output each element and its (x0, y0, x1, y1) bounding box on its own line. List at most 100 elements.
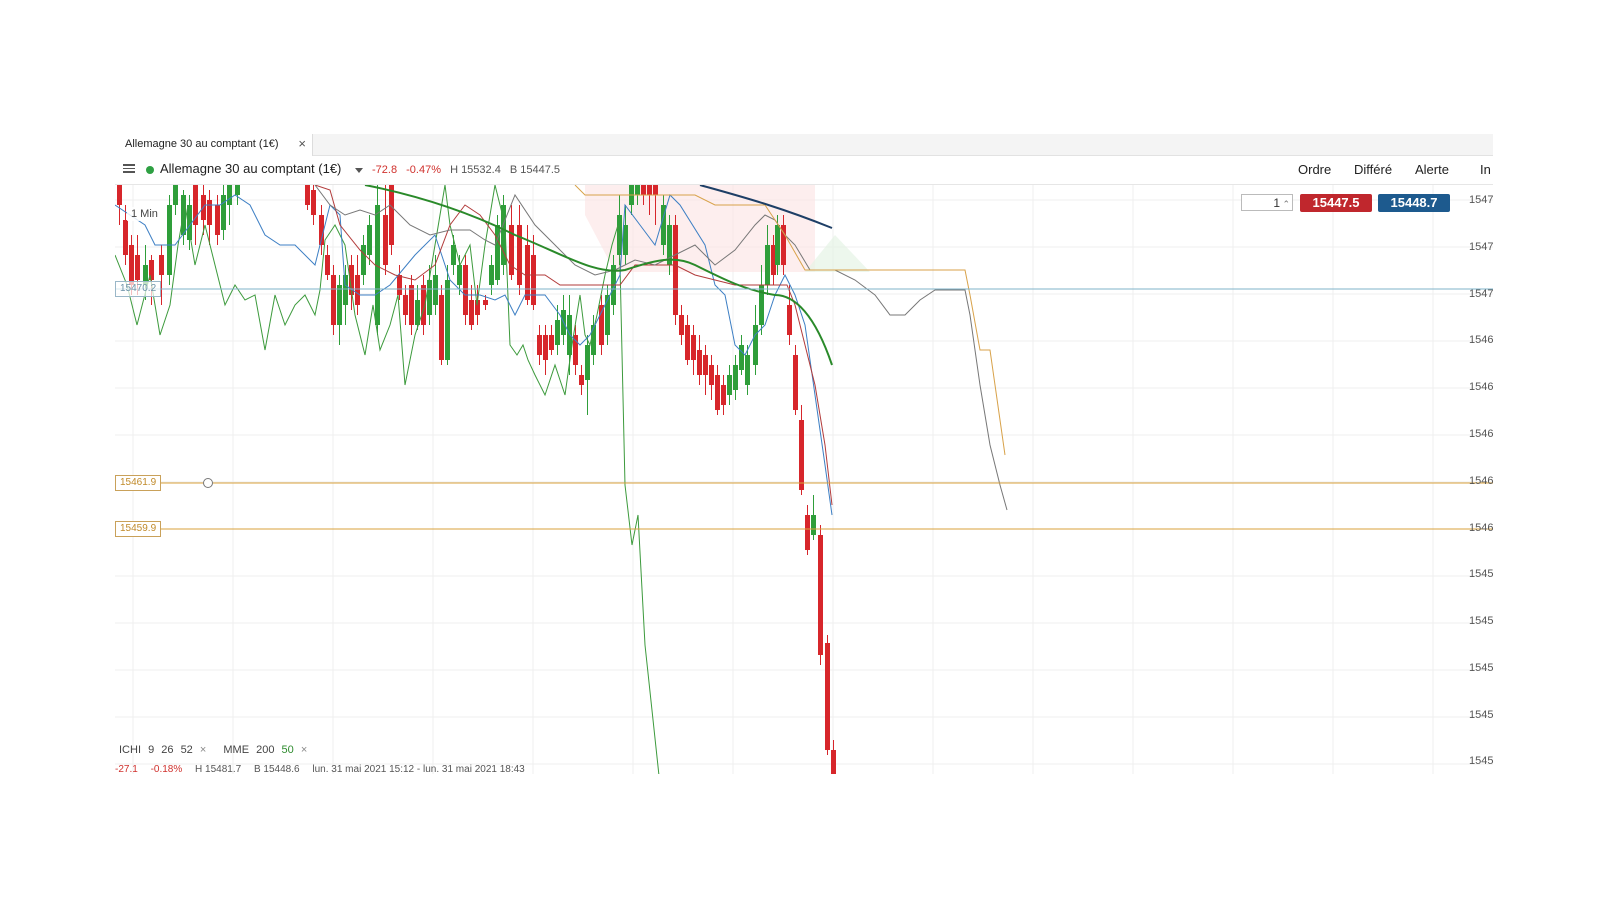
candle-body (331, 275, 336, 325)
mme-param: 200 (256, 744, 275, 756)
order-menu[interactable]: Ordre (1298, 162, 1331, 177)
timeframe-label[interactable]: 1 Min (127, 207, 162, 221)
candle-body (739, 345, 744, 370)
y-axis-label: 1546 (1469, 381, 1493, 393)
candle-body (811, 515, 816, 535)
stepper-icon[interactable]: ⌃ (1282, 196, 1290, 212)
high-price: H 15532.4 (450, 164, 501, 176)
candle-body (787, 305, 792, 335)
candle-body (733, 365, 738, 390)
candle-body (635, 185, 640, 195)
candle-body (123, 220, 128, 255)
price-tag-3: 15459.9 (115, 521, 162, 537)
candle-body (727, 375, 732, 395)
sell-button[interactable]: 15447.5 (1300, 194, 1372, 212)
info-range: lun. 31 mai 2021 15:12 - lun. 31 mai 202… (312, 764, 525, 774)
candle-body (721, 385, 726, 405)
candle-body (311, 190, 316, 215)
candle-body (167, 205, 172, 275)
quantity-input[interactable]: 1 ⌃ (1241, 194, 1293, 211)
candles (117, 185, 836, 774)
chikou-line (115, 185, 660, 774)
candle-body (483, 300, 488, 305)
candle-body (427, 280, 432, 315)
alert-line-handle[interactable] (203, 478, 213, 488)
candle-body (805, 515, 810, 550)
candle-body (433, 275, 438, 305)
candle-body (549, 335, 554, 350)
candle-body (691, 335, 696, 360)
close-icon[interactable]: × (298, 134, 306, 154)
candle-body (227, 185, 232, 205)
candle-body (135, 255, 140, 280)
candle-body (573, 335, 578, 365)
chart-svg[interactable] (115, 185, 1493, 774)
candle-body (337, 285, 342, 325)
candle-body (397, 275, 402, 295)
candle-body (343, 275, 348, 305)
candle-body (193, 185, 198, 225)
candle-body (825, 643, 830, 750)
candle-body (647, 185, 652, 195)
ichimoku-param: 26 (161, 744, 174, 756)
ichimoku-label[interactable]: ICHI (119, 744, 141, 756)
y-axis-label: 1546 (1469, 475, 1493, 487)
y-axis-label: 1546 (1469, 522, 1493, 534)
y-axis-label: 1547 (1469, 241, 1493, 253)
candle-body (697, 350, 702, 375)
y-axis-label: 1547 (1469, 288, 1493, 300)
candle-info-row: -27.1 -0.18% H 15481.7 B 15448.6 lun. 31… (115, 764, 535, 774)
candle-body (215, 205, 220, 235)
candle-body (207, 200, 212, 225)
buy-button[interactable]: 15448.7 (1378, 194, 1450, 212)
instrument-name[interactable]: Allemagne 30 au comptant (1€) (160, 161, 341, 176)
candle-body (383, 215, 388, 265)
info-change: -27.1 (115, 764, 138, 774)
candle-body (673, 225, 678, 315)
chart-toolbar: Allemagne 30 au comptant (1€) -72.8 -0.4… (115, 156, 1493, 185)
chart-window: Allemagne 30 au comptant (1€) × Allemagn… (115, 134, 1493, 774)
remove-ichimoku-icon[interactable]: × (200, 744, 206, 756)
tab-allemagne-30[interactable]: Allemagne 30 au comptant (1€) × (115, 134, 313, 156)
candle-body (325, 255, 330, 275)
mme-label[interactable]: MME (223, 744, 249, 756)
remove-mme-icon[interactable]: × (301, 744, 307, 756)
chevron-down-icon[interactable] (355, 168, 363, 173)
info-bid: B 15448.6 (253, 764, 300, 774)
price-chart[interactable]: 1 Min 15470.2 15461.9 15459.9 1 ⌃ 15447.… (115, 185, 1493, 774)
y-axis-label: 1546 (1469, 428, 1493, 440)
candle-body (818, 535, 823, 655)
candle-body (463, 265, 468, 315)
y-axis-label: 1545 (1469, 568, 1493, 580)
market-open-status-icon (146, 166, 154, 174)
candle-body (525, 245, 530, 300)
y-axis-label: 1545 (1469, 755, 1493, 767)
candle-body (765, 245, 770, 285)
candle-body (173, 185, 178, 205)
candle-body (159, 255, 164, 275)
candle-body (715, 375, 720, 410)
candle-body (117, 185, 122, 205)
candle-body (709, 365, 714, 385)
quote-summary: -72.8 -0.47% H 15532.4 B 15447.5 (372, 164, 566, 176)
candle-body (235, 185, 240, 195)
candle-body (221, 195, 226, 230)
alert-menu[interactable]: Alerte (1415, 162, 1449, 177)
candle-body (367, 225, 372, 255)
candle-body (831, 750, 836, 774)
candle-body (457, 265, 462, 285)
candle-body (129, 245, 134, 285)
candle-body (753, 325, 758, 365)
candle-body (679, 315, 684, 335)
candle-body (355, 275, 360, 305)
more-menu[interactable]: In (1480, 162, 1491, 177)
candle-body (585, 345, 590, 380)
ichimoku-param: 9 (148, 744, 155, 756)
candle-body (445, 280, 450, 360)
hamburger-menu-icon[interactable] (123, 162, 135, 176)
deferred-menu[interactable]: Différé (1354, 162, 1392, 177)
info-change-pct: -0.18% (150, 764, 183, 774)
y-axis-label: 1546 (1469, 334, 1493, 346)
candle-body (403, 295, 408, 315)
candle-body (531, 255, 536, 305)
